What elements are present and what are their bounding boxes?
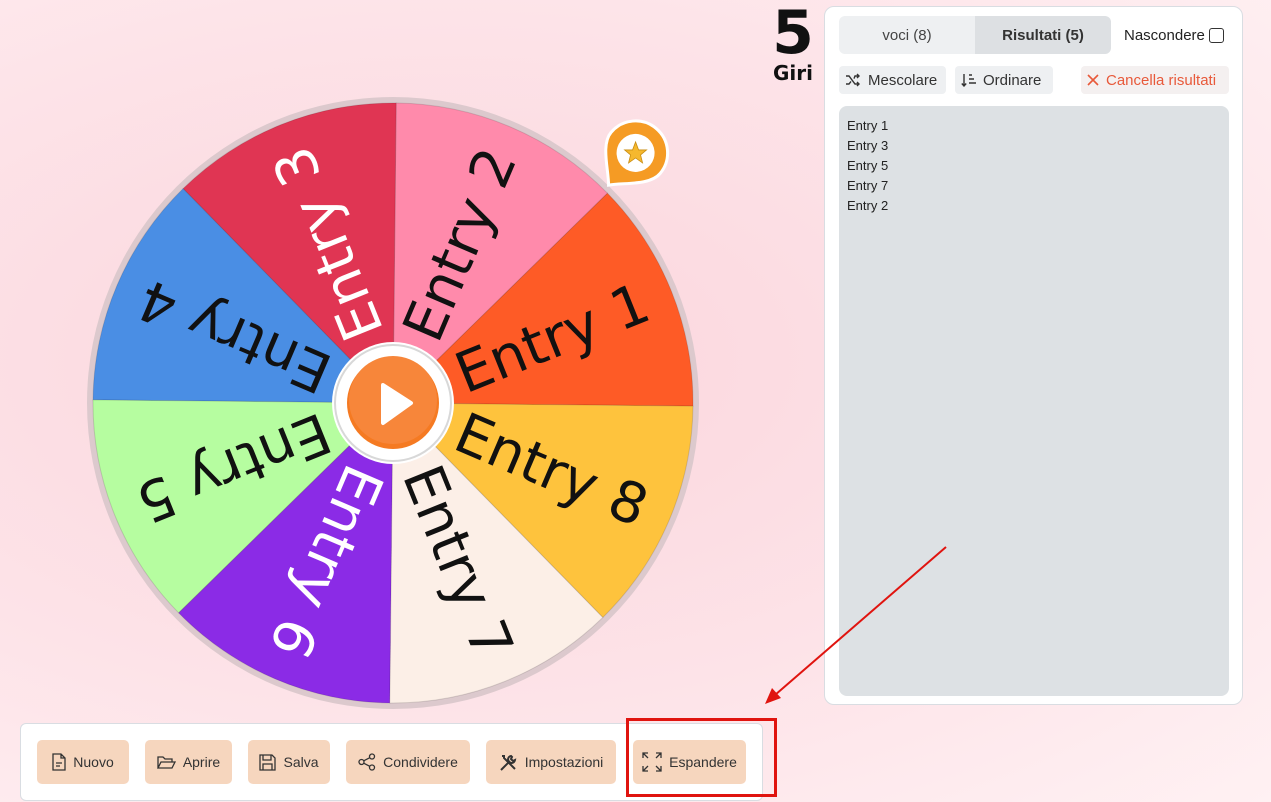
tab-results[interactable]: Risultati (5) — [975, 16, 1111, 54]
save-icon — [259, 753, 277, 771]
tab-entries[interactable]: voci (8) — [839, 16, 975, 54]
clear-results-label: Cancella risultati — [1106, 71, 1217, 89]
shuffle-label: Mescolare — [868, 71, 938, 89]
open-button[interactable]: Aprire — [145, 740, 232, 784]
share-label: Condividere — [383, 754, 458, 770]
folder-open-icon — [156, 755, 176, 770]
share-icon — [358, 753, 376, 771]
shuffle-icon — [845, 73, 861, 87]
hide-checkbox[interactable] — [1208, 28, 1224, 43]
entries-results-panel: voci (8) Risultati (5) Nascondere Mescol… — [824, 6, 1243, 705]
results-list[interactable]: Entry 1 Entry 3 Entry 5 Entry 7 Entry 2 — [839, 106, 1229, 696]
new-button[interactable]: Nuovo — [37, 740, 129, 784]
spinner-wheel[interactable]: Entry 1 Entry 2 Entry 3 Entry 4 Entry 5 Entry… — [80, 90, 706, 716]
clear-results-button[interactable]: Cancella risultati — [1081, 66, 1229, 94]
hide-toggle[interactable]: Nascondere — [1124, 27, 1224, 44]
tools-icon — [499, 753, 518, 772]
spin-counter: 5 Giri — [760, 0, 826, 84]
result-item: Entry 1 — [847, 118, 889, 133]
new-label: Nuovo — [73, 754, 114, 770]
sort-button[interactable]: Ordinare — [955, 66, 1053, 94]
expand-highlight-box — [626, 718, 777, 797]
share-button[interactable]: Condividere — [346, 740, 470, 784]
sort-label: Ordinare — [983, 71, 1042, 89]
sort-icon — [961, 73, 976, 87]
result-item: Entry 5 — [847, 158, 889, 173]
file-icon — [52, 753, 66, 771]
panel-tabs: voci (8) Risultati (5) — [839, 16, 1111, 54]
settings-label: Impostazioni — [524, 754, 604, 770]
result-item: Entry 7 — [847, 178, 889, 193]
open-label: Aprire — [182, 754, 221, 770]
hide-label: Nascondere — [1124, 27, 1205, 44]
save-label: Salva — [283, 754, 319, 770]
result-item: Entry 2 — [847, 198, 889, 213]
settings-button[interactable]: Impostazioni — [486, 740, 616, 784]
spin-count-label: Giri — [773, 61, 813, 85]
close-icon — [1087, 74, 1099, 86]
wheel-graphic[interactable]: Entry 1Entry 2Entry 3Entry 4Entry 5Entry… — [80, 90, 706, 716]
spin-button[interactable] — [332, 342, 454, 464]
shuffle-button[interactable]: Mescolare — [839, 66, 946, 94]
spin-count: 5 — [772, 0, 814, 68]
result-item: Entry 3 — [847, 138, 889, 153]
save-button[interactable]: Salva — [248, 740, 330, 784]
